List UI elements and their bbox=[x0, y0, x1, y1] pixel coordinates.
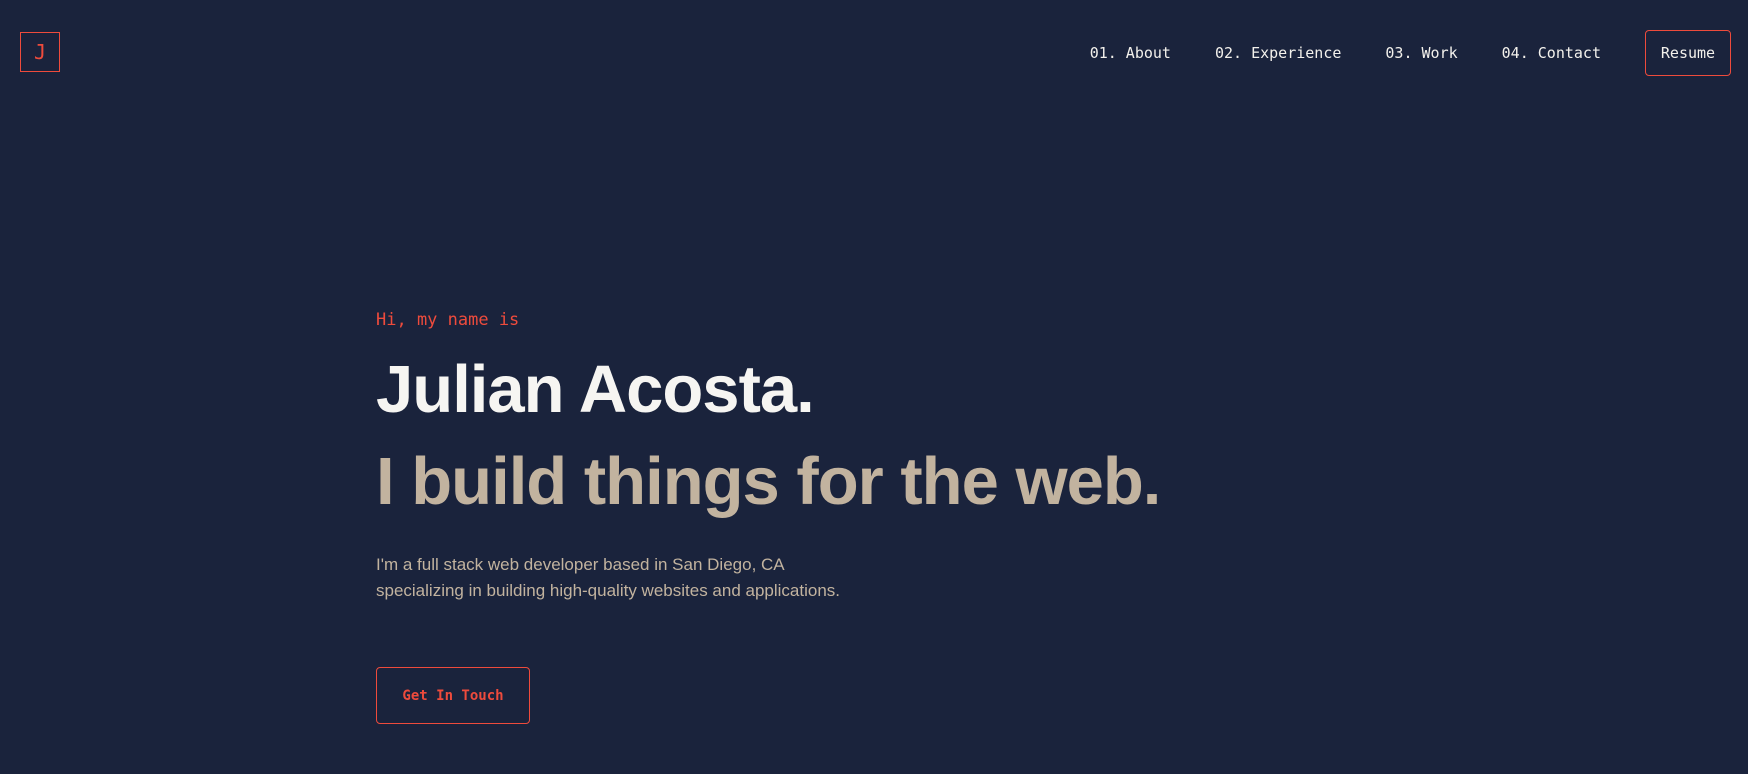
description-line: I'm a full stack web developer based in … bbox=[376, 555, 785, 574]
description-line: specializing in building high-quality we… bbox=[376, 581, 841, 600]
hero-tagline: I build things for the web. bbox=[376, 444, 1161, 519]
hero-section: Hi, my name is Julian Acosta. I build th… bbox=[376, 306, 1161, 600]
nav-link-experience[interactable]: 02. Experience bbox=[1215, 44, 1341, 62]
greeting-text: Hi, my name is bbox=[376, 310, 520, 330]
hero-name: Julian Acosta. bbox=[376, 352, 815, 427]
nav-link-work[interactable]: 03. Work bbox=[1385, 44, 1457, 62]
get-in-touch-button[interactable]: Get In Touch bbox=[376, 667, 530, 724]
portfolio-page: { "header": { "logo_letter": "J", "nav":… bbox=[0, 0, 1748, 774]
nav-link-contact[interactable]: 04. Contact bbox=[1502, 44, 1601, 62]
logo-link[interactable]: J bbox=[20, 32, 60, 72]
top-nav: 01. About 02. Experience 03. Work 04. Co… bbox=[1090, 30, 1731, 76]
resume-button[interactable]: Resume bbox=[1645, 30, 1731, 76]
hero-description: I'm a full stack web developer based in … bbox=[376, 552, 976, 604]
nav-link-about[interactable]: 01. About bbox=[1090, 44, 1171, 62]
